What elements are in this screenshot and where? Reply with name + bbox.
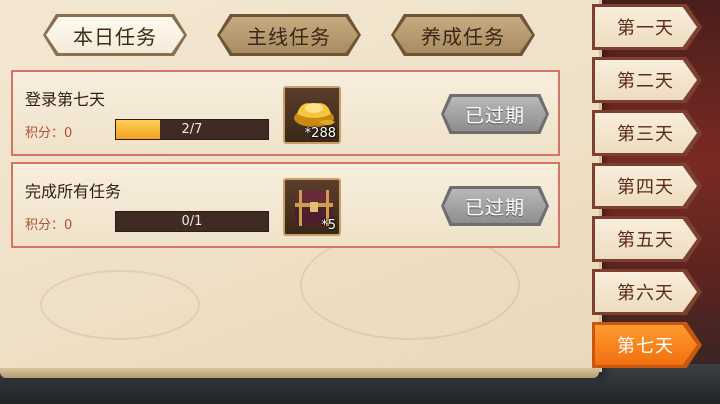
task-score: 积分：0	[25, 126, 73, 141]
expired-button[interactable]: 已过期	[441, 94, 549, 134]
day-tab-2[interactable]: 第二天	[592, 57, 702, 103]
day-label: 第一天	[617, 18, 674, 39]
reward-slot[interactable]: *5	[283, 178, 341, 236]
task-score: 积分：0	[25, 218, 73, 233]
decorative-swirl	[40, 270, 200, 340]
expired-button[interactable]: 已过期	[441, 186, 549, 226]
expired-label: 已过期	[464, 104, 525, 127]
day-tab-7[interactable]: 第七天	[592, 322, 702, 368]
day-label: 第三天	[617, 124, 674, 145]
reward-quantity: *288	[304, 126, 336, 141]
task-progress-bar: 0/1	[115, 211, 269, 232]
task-title: 完成所有任务	[25, 182, 122, 201]
tab-label: 养成任务	[421, 24, 505, 49]
day-tab-6[interactable]: 第六天	[592, 269, 702, 315]
day-tab-3[interactable]: 第三天	[592, 110, 702, 156]
tab-label: 主线任务	[247, 24, 331, 49]
task-title: 登录第七天	[25, 90, 106, 109]
tab-growth-tasks[interactable]: 养成任务	[391, 14, 535, 56]
day-label: 第六天	[617, 283, 674, 304]
tab-daily-tasks[interactable]: 本日任务	[43, 14, 187, 56]
day-tab-5[interactable]: 第五天	[592, 216, 702, 262]
day-label: 第二天	[617, 71, 674, 92]
day-label: 第五天	[617, 230, 674, 251]
day-tab-1[interactable]: 第一天	[592, 4, 702, 50]
reward-slot[interactable]: *288	[283, 86, 341, 144]
task-progress-bar: 2/7	[115, 119, 269, 140]
task-card-complete-all: 完成所有任务 积分：0 0/1 *5 已过期	[11, 162, 560, 248]
reward-quantity: *5	[321, 218, 336, 233]
task-progress-text: 0/1	[181, 214, 203, 229]
tab-main-tasks[interactable]: 主线任务	[217, 14, 361, 56]
tab-label: 本日任务	[73, 24, 157, 49]
task-scroll-panel: 本日任务 主线任务 养成任务 登录第七天 积分：0 2/7 *288 已过期 完…	[0, 0, 602, 378]
task-card-login: 登录第七天 积分：0 2/7 *288 已过期	[11, 70, 560, 156]
task-progress-text: 2/7	[181, 122, 203, 137]
day-label: 第七天	[617, 336, 674, 357]
day-tab-4[interactable]: 第四天	[592, 163, 702, 209]
expired-label: 已过期	[464, 196, 525, 219]
day-label: 第四天	[617, 177, 674, 198]
